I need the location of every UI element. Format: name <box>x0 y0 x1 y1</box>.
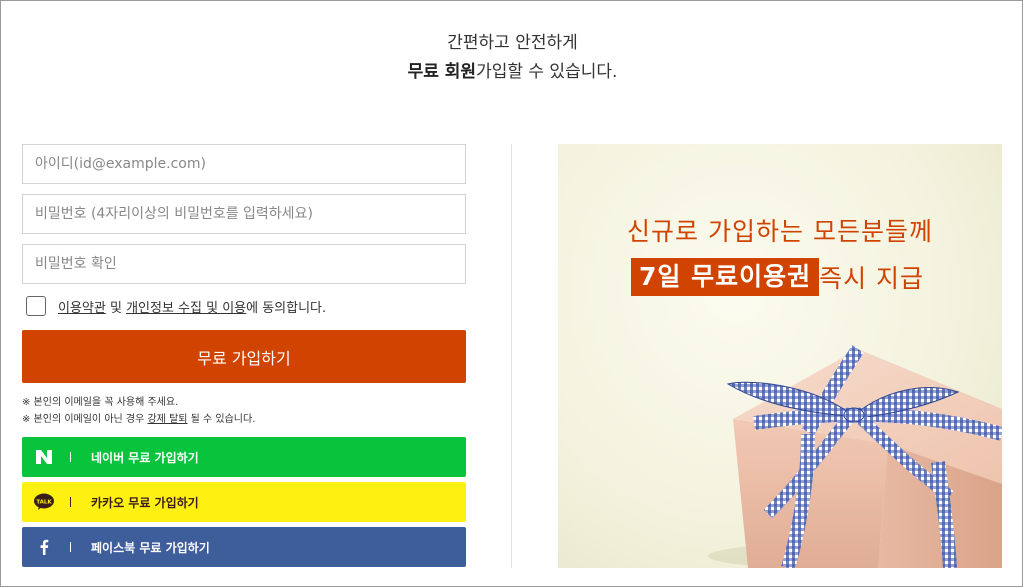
signup-notes: ※ 본인의 이메일을 꼭 사용해 주세요. ※ 본인의 이메일이 아닌 경우 강… <box>22 394 255 428</box>
terms-agreement: 이용약관 및 개인정보 수집 및 이용 에 동의합니다. <box>22 294 466 318</box>
promo-line1: 신규로 가입하는 모든분들께 <box>627 217 933 246</box>
separator <box>70 497 71 507</box>
signup-form <box>22 144 466 294</box>
page-heading: 간편하고 안전하게 무료 회원가입할 수 있습니다. <box>1 29 1023 87</box>
promo-line2-rest: 즉시 지급 <box>819 264 925 293</box>
heading-line1: 간편하고 안전하게 <box>447 33 578 53</box>
promo-banner: 신규로 가입하는 모든분들께 7일 무료이용권 즉시 지급 <box>558 144 1002 568</box>
facebook-signup-button[interactable]: 페이스북 무료 가입하기 <box>22 527 466 567</box>
column-divider <box>511 144 512 568</box>
separator <box>70 542 71 552</box>
email-id-input[interactable] <box>22 144 466 184</box>
password-input[interactable] <box>22 194 466 234</box>
note-withdrawal: ※ 본인의 이메일이 아닌 경우 강제 탈퇴 될 수 있습니다. <box>22 411 255 428</box>
naver-signup-button[interactable]: 네이버 무료 가입하기 <box>22 437 466 477</box>
agree-and-text: 및 <box>105 300 127 316</box>
facebook-signup-label: 페이스북 무료 가입하기 <box>91 540 210 555</box>
kakao-signup-label: 카카오 무료 가입하기 <box>91 495 199 510</box>
note-withdrawal-suffix: 될 수 있습니다. <box>187 414 256 425</box>
naver-icon <box>22 449 66 465</box>
forced-withdrawal-link: 강제 탈퇴 <box>147 414 188 425</box>
terms-link[interactable]: 이용약관 <box>58 297 106 316</box>
kakao-signup-button[interactable]: TALK 카카오 무료 가입하기 <box>22 482 466 522</box>
facebook-icon <box>22 539 66 555</box>
free-join-button[interactable]: 무료 가입하기 <box>22 330 466 383</box>
heading-rest: 가입할 수 있습니다. <box>476 62 618 82</box>
kakao-icon-text: TALK <box>36 500 52 506</box>
agree-suffix-text: 에 동의합니다. <box>246 300 327 316</box>
heading-bold: 무료 회원 <box>407 62 477 82</box>
agree-checkbox[interactable] <box>26 296 46 316</box>
signup-panel: 간편하고 안전하게 무료 회원가입할 수 있습니다. 이용약관 및 개인정보 수… <box>0 0 1023 587</box>
kakao-talk-icon: TALK <box>22 493 66 511</box>
promo-line2: 7일 무료이용권 즉시 지급 <box>631 258 924 296</box>
heading-line2: 무료 회원가입할 수 있습니다. <box>1 58 1023 87</box>
privacy-link[interactable]: 개인정보 수집 및 이용 <box>126 297 246 316</box>
note-email: ※ 본인의 이메일을 꼭 사용해 주세요. <box>22 397 179 408</box>
free-pass-highlight: 7일 무료이용권 <box>631 258 820 296</box>
separator <box>70 452 71 462</box>
password-confirm-input[interactable] <box>22 244 466 284</box>
note-withdrawal-prefix: ※ 본인의 이메일이 아닌 경우 <box>22 414 148 425</box>
naver-signup-label: 네이버 무료 가입하기 <box>91 450 199 465</box>
gift-box-image <box>708 345 1002 568</box>
